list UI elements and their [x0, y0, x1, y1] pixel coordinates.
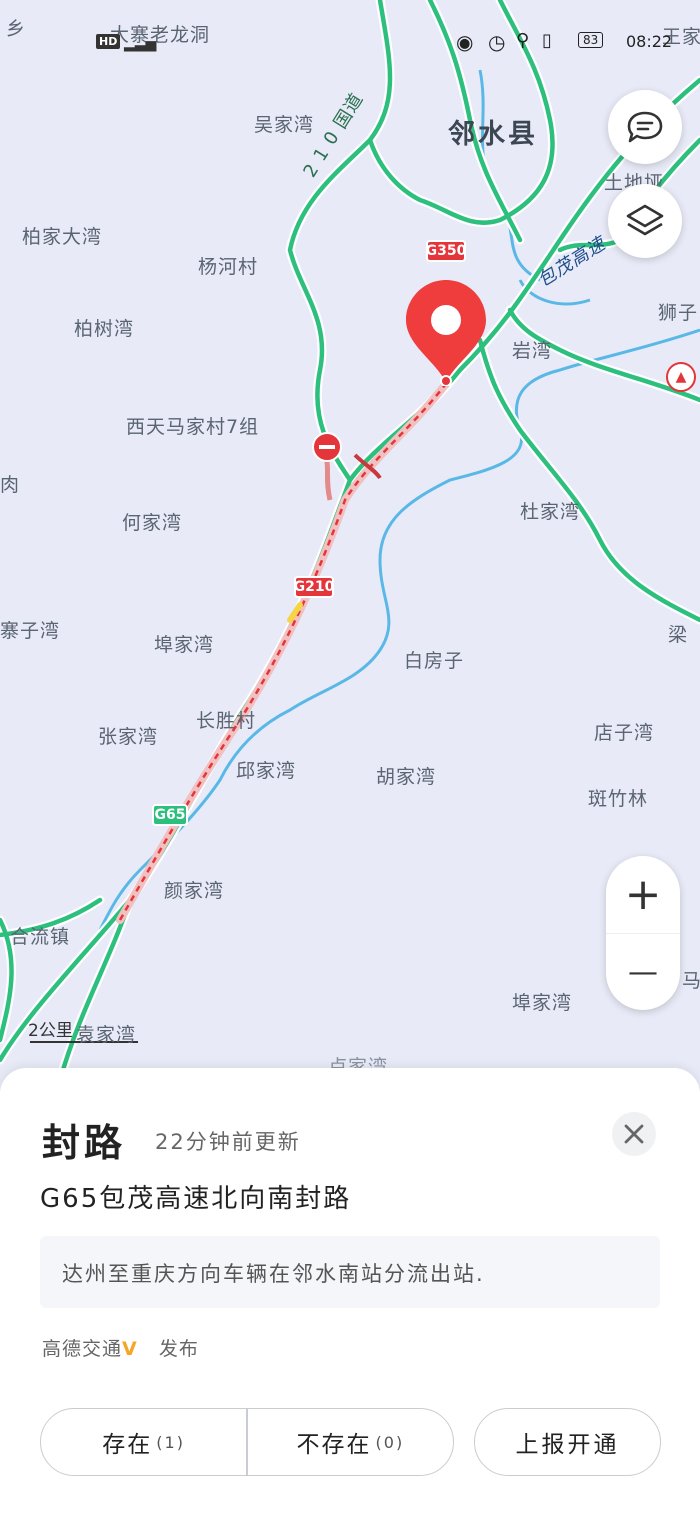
message-icon	[627, 111, 663, 143]
no-entry-icon[interactable]	[312, 432, 342, 462]
place-label: 白房子	[404, 650, 465, 672]
incident-source: 高德交通V 发布	[42, 1334, 199, 1361]
status-bar: HD ▂▃▅ ◉ ◷ ⚲ ▯ 83 08:22	[0, 30, 700, 60]
place-label: 邱家湾	[236, 760, 297, 782]
not-exists-count: (0)	[375, 1432, 405, 1452]
zoom-out-button[interactable]: —	[606, 934, 680, 1011]
place-label: 店子湾	[594, 722, 655, 744]
place-label: 柏树湾	[74, 318, 135, 340]
place-label: 张家湾	[98, 726, 159, 748]
eye-icon: ◉	[456, 30, 474, 54]
county-label: 邻水县	[448, 119, 538, 150]
layers-button[interactable]	[608, 184, 682, 258]
report-open-button[interactable]: 上报开通	[474, 1408, 661, 1476]
place-label: 寨子湾	[0, 620, 61, 642]
place-label: 西天马家村7组	[126, 416, 260, 438]
place-label: 袁家湾	[76, 1024, 137, 1046]
place-label: 埠家湾	[512, 992, 573, 1014]
not-exists-label: 不存在	[296, 1432, 372, 1458]
exists-label: 存在	[102, 1432, 153, 1458]
close-button[interactable]	[612, 1112, 656, 1156]
place-label: 杜家湾	[520, 501, 581, 523]
source-name[interactable]: 高德交通	[42, 1338, 122, 1360]
place-label: 胡家湾	[376, 766, 437, 788]
place-label: 颜家湾	[164, 880, 225, 902]
place-label: 何家湾	[122, 512, 183, 534]
place-label: 吴家湾	[254, 114, 315, 136]
close-icon	[624, 1124, 644, 1144]
clock: 08:22	[626, 32, 673, 51]
vibrate-icon: ▯	[542, 30, 552, 51]
place-label: 肉	[0, 474, 21, 496]
place-label: 柏家大湾	[22, 226, 103, 248]
battery-icon: 83	[578, 32, 604, 48]
map-canvas[interactable]: 乡 大寨老龙洞 王家 吴家湾 土地垭 柏家大湾 杨河村 柏树湾 狮子 岩湾 西天…	[0, 0, 700, 1085]
alarm-icon: ◷	[488, 30, 506, 54]
publish-label: 发布	[158, 1338, 199, 1360]
place-label: 杨河村	[198, 256, 259, 278]
map-roads	[0, 0, 700, 1085]
network-label: HD	[96, 34, 121, 49]
incident-description: 达州至重庆方向车辆在邻水南站分流出站.	[62, 1262, 485, 1286]
scale-label: 2公里	[28, 1021, 73, 1041]
construction-icon[interactable]: ▲	[666, 362, 696, 392]
road-shield-g65: G65	[152, 804, 188, 826]
exists-count: (1)	[156, 1432, 185, 1452]
road-shield-g350: G350	[426, 240, 466, 262]
signal-icon: ▂▃▅	[124, 36, 157, 52]
road-shield-g210: G210	[294, 576, 334, 598]
layers-icon	[626, 204, 664, 236]
location-pin-icon[interactable]	[404, 278, 488, 387]
incident-title: 封路	[42, 1121, 127, 1165]
place-label: 岩湾	[512, 340, 553, 362]
zoom-control: + —	[606, 856, 680, 1010]
place-label: 埠家湾	[154, 634, 215, 656]
place-label: 长胜村	[196, 710, 257, 732]
location-icon: ⚲	[516, 30, 530, 51]
verified-icon: V	[122, 1338, 138, 1360]
not-exists-button[interactable]: 不存在 (0)	[248, 1409, 453, 1475]
place-label: 合流镇	[10, 926, 71, 948]
place-label: 马	[682, 970, 700, 992]
place-label: 斑竹林	[588, 788, 649, 810]
place-label: 狮子	[658, 302, 699, 324]
exists-button[interactable]: 存在 (1)	[41, 1409, 246, 1475]
place-label: 梁	[668, 624, 689, 646]
incident-updated-time: 22分钟前更新	[155, 1130, 301, 1154]
incident-description-box: 达州至重庆方向车辆在邻水南站分流出站.	[40, 1236, 660, 1308]
feedback-button-group: 存在 (1) 不存在 (0)	[40, 1408, 454, 1476]
feedback-button[interactable]	[608, 90, 682, 164]
incident-subtitle: G65包茂高速北向南封路	[40, 1184, 352, 1214]
zoom-in-button[interactable]: +	[606, 856, 680, 934]
